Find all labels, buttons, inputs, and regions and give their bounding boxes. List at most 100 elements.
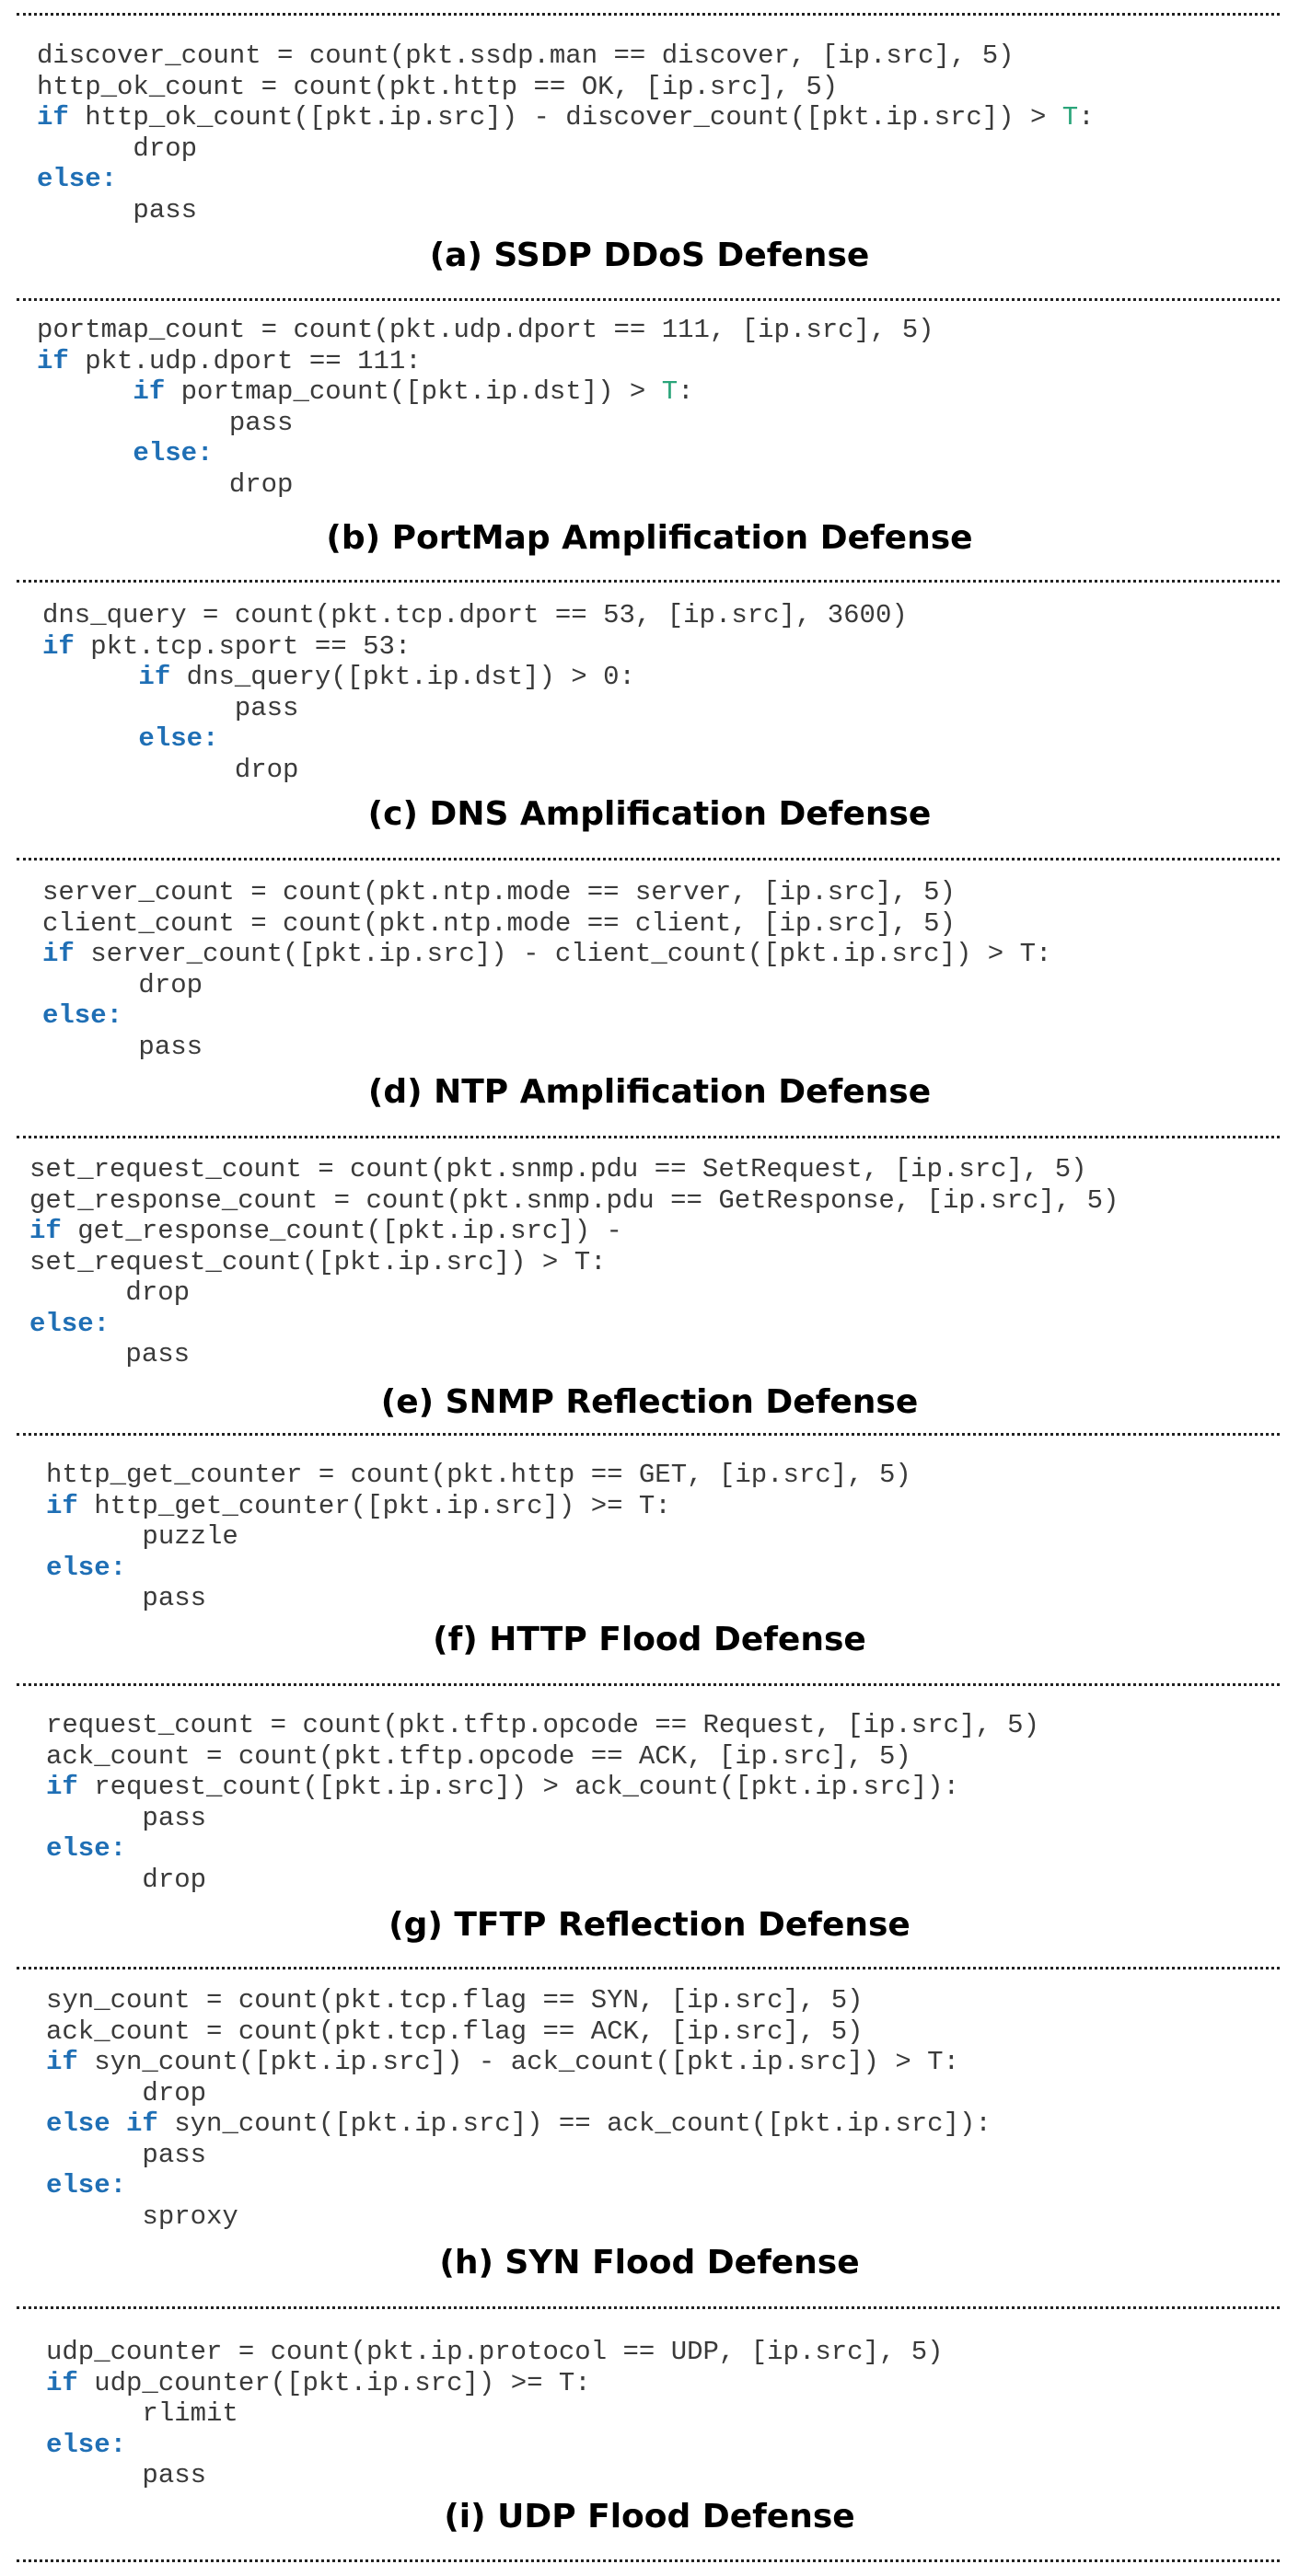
code-line: portmap_count = count(pkt.udp.dport == 1… (37, 315, 934, 346)
code-text: drop (46, 1864, 207, 1895)
code-keyword: else: (46, 1552, 127, 1583)
code-line: else: (46, 2170, 992, 2201)
code-text: sproxy (46, 2201, 238, 2232)
code-line: pass (46, 1803, 1039, 1834)
code-line: pass (37, 408, 934, 439)
code-text: portmap_count = count(pkt.udp.dport == 1… (37, 315, 934, 345)
code-keyword: if (42, 939, 75, 969)
code-line: pass (42, 1032, 1051, 1063)
code-line: if pkt.udp.dport == 111: (37, 346, 934, 377)
code-line: set_request_count = count(pkt.snmp.pdu =… (29, 1154, 1119, 1185)
code-keyword: else: (42, 1000, 123, 1031)
code-line: ack_count = count(pkt.tcp.flag == ACK, [… (46, 2016, 992, 2048)
defense-figure: discover_count = count(pkt.ssdp.man == d… (0, 0, 1299, 2576)
code-line: else: (29, 1309, 1119, 1340)
section-divider (17, 1136, 1280, 1138)
section-divider (17, 1967, 1280, 1970)
code-text: syn_count = count(pkt.tcp.flag == SYN, [… (46, 1985, 864, 2016)
code-line: http_ok_count = count(pkt.http == OK, [i… (37, 72, 1095, 103)
code-text: http_ok_count = count(pkt.http == OK, [i… (37, 71, 839, 102)
code-text: drop (42, 754, 299, 785)
code-keyword: if (46, 1490, 78, 1521)
code-line: drop (37, 133, 1095, 165)
code-text: syn_count([pkt.ip.src]) - ack_count([pkt… (77, 2047, 959, 2077)
code-keyword: else: (46, 1833, 127, 1864)
code-block: request_count = count(pkt.tftp.opcode ==… (46, 1710, 1039, 1895)
code-text: client_count = count(pkt.ntp.mode == cli… (42, 907, 956, 939)
code-text: drop (29, 1277, 191, 1308)
code-line: get_response_count = count(pkt.snmp.pdu … (29, 1185, 1119, 1217)
code-keyword: if (37, 345, 69, 376)
code-line: pass (37, 195, 1095, 226)
code-line: discover_count = count(pkt.ssdp.man == d… (37, 40, 1095, 72)
code-text: pass (29, 1339, 191, 1369)
code-line: else: (42, 723, 908, 755)
code-line: sproxy (46, 2201, 992, 2233)
code-text: dns_query([pkt.ip.dst]) > 0: (170, 662, 635, 692)
code-line: drop (42, 755, 908, 786)
code-line: if syn_count([pkt.ip.src]) - ack_count([… (46, 2047, 992, 2078)
code-text: get_response_count = count(pkt.snmp.pdu … (29, 1184, 1119, 1216)
section-caption: (c) DNS Amplification Defense (367, 795, 932, 833)
code-line: if http_ok_count([pkt.ip.src]) - discove… (37, 102, 1095, 133)
code-line: pass (46, 1583, 911, 1614)
code-keyword: if (46, 1772, 78, 1802)
code-text: udp_counter = count(pkt.ip.protocol == U… (46, 2337, 944, 2367)
code-line: udp_counter = count(pkt.ip.protocol == U… (46, 2337, 944, 2368)
threshold-token: T (661, 376, 678, 407)
code-text: pass (46, 2460, 207, 2490)
code-block: portmap_count = count(pkt.udp.dport == 1… (37, 315, 934, 500)
code-line: puzzle (46, 1521, 911, 1553)
code-text: pass (42, 692, 299, 723)
code-line: pass (42, 693, 908, 724)
threshold-token: T (1061, 102, 1079, 133)
code-text: pass (46, 1583, 207, 1613)
code-keyword: else: (138, 723, 219, 754)
code-text: portmap_count([pkt.ip.dst]) > (165, 376, 662, 407)
section-caption: (g) TFTP Reflection Defense (389, 1906, 910, 1944)
code-keyword: if (37, 102, 69, 133)
code-line: syn_count = count(pkt.tcp.flag == SYN, [… (46, 1985, 992, 2016)
code-block: dns_query = count(pkt.tcp.dport == 53, [… (42, 600, 908, 785)
code-line: else if syn_count([pkt.ip.src]) == ack_c… (46, 2108, 992, 2140)
code-text: get_response_count([pkt.ip.src]) - (61, 1216, 622, 1246)
code-text: ack_count = count(pkt.tftp.opcode == ACK… (46, 1740, 911, 1772)
code-keyword: else: (37, 164, 118, 194)
section-divider (17, 13, 1280, 16)
code-line: set_request_count([pkt.ip.src]) > T: (29, 1247, 1119, 1278)
section-caption: (d) NTP Amplification Defense (367, 1073, 932, 1111)
code-text: pkt.tcp.sport == 53: (74, 630, 412, 662)
code-keyword: else: (29, 1308, 110, 1339)
code-text: : (678, 376, 694, 407)
code-text: set_request_count([pkt.ip.src]) > T: (29, 1246, 607, 1277)
code-line: drop (46, 1865, 1039, 1896)
code-line: if dns_query([pkt.ip.dst]) > 0: (42, 662, 908, 693)
code-line: pass (46, 2460, 944, 2491)
code-keyword: else: (46, 2170, 127, 2201)
code-block: http_get_counter = count(pkt.http == GET… (46, 1460, 911, 1614)
code-keyword: if (138, 662, 171, 692)
code-text: http_ok_count([pkt.ip.src]) - discover_c… (68, 102, 1062, 133)
code-text: puzzle (46, 1521, 238, 1552)
code-text: drop (37, 468, 294, 500)
code-keyword: if (46, 2367, 78, 2398)
code-line: server_count = count(pkt.ntp.mode == ser… (42, 877, 1051, 908)
code-keyword: else: (46, 2429, 127, 2460)
section-divider (17, 2559, 1280, 2562)
code-text: server_count([pkt.ip.src]) - client_coun… (74, 939, 1052, 969)
code-line: rlimit (46, 2398, 944, 2430)
code-line: if server_count([pkt.ip.src]) - client_c… (42, 939, 1051, 970)
code-line: else: (42, 1000, 1051, 1032)
code-keyword: if (133, 376, 166, 407)
code-text: pass (37, 194, 198, 225)
code-line: pass (29, 1339, 1119, 1370)
code-text: server_count = count(pkt.ntp.mode == ser… (42, 877, 956, 907)
section-caption: (a) SSDP DDoS Defense (429, 237, 870, 274)
section-caption: (f) HTTP Flood Defense (433, 1621, 866, 1658)
code-line: http_get_counter = count(pkt.http == GET… (46, 1460, 911, 1491)
code-text: : (1078, 102, 1095, 133)
code-block: set_request_count = count(pkt.snmp.pdu =… (29, 1154, 1119, 1370)
